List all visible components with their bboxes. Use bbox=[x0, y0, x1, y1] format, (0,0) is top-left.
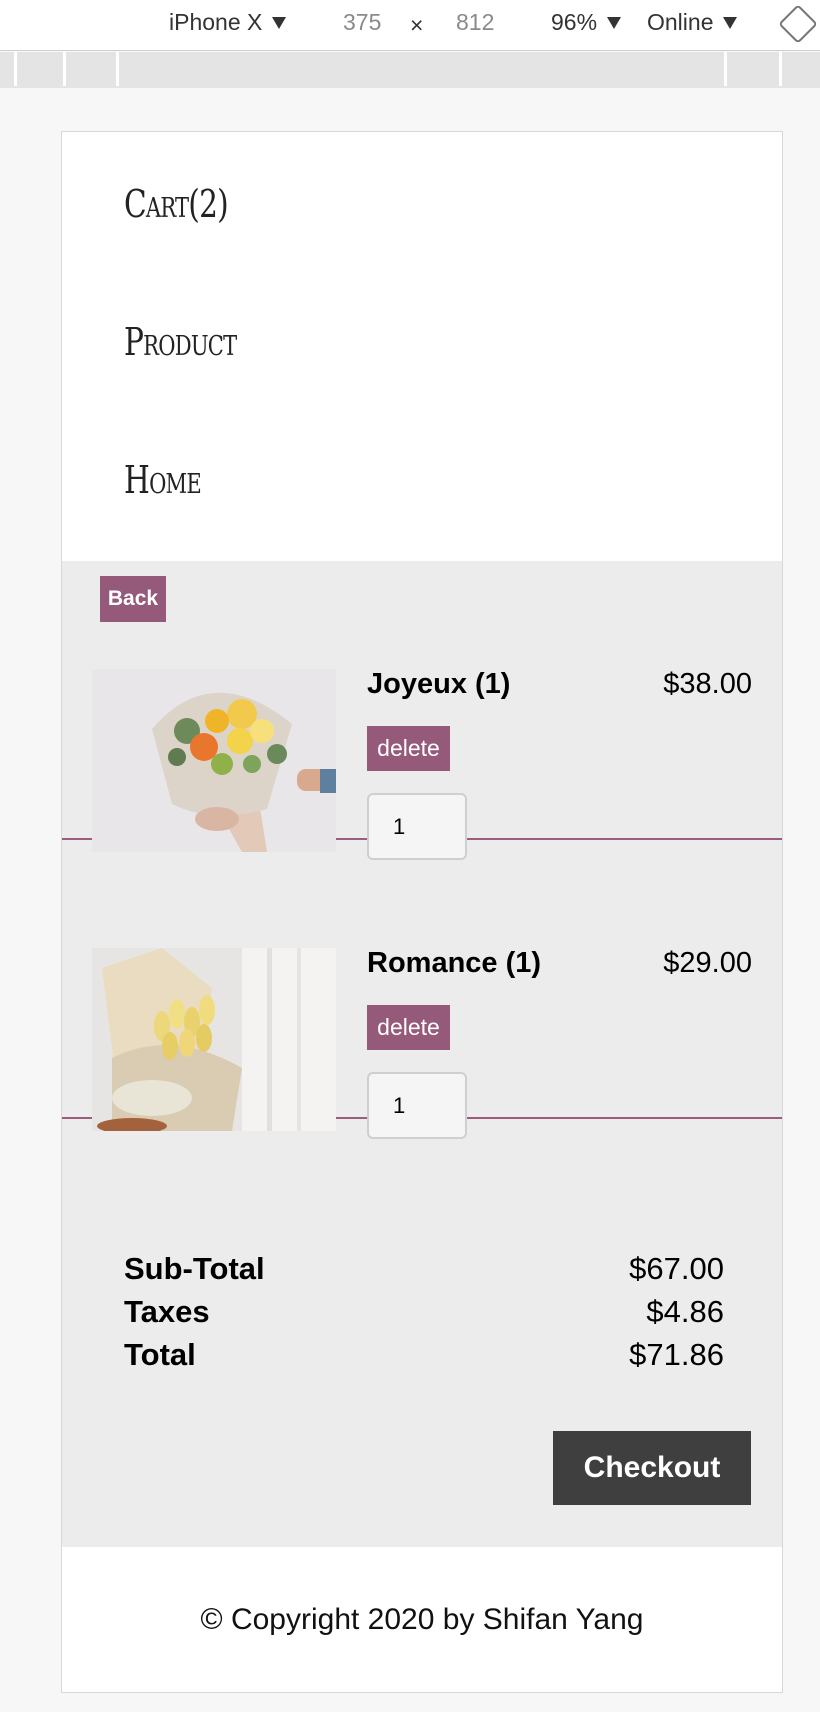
media-query-bar[interactable] bbox=[0, 52, 820, 88]
order-summary: Sub-Total $67.00 Taxes $4.86 Total $71.8… bbox=[124, 1251, 724, 1380]
subtotal-label: Sub-Total bbox=[124, 1251, 265, 1286]
total-row: Total $71.86 bbox=[124, 1337, 724, 1380]
media-query-segment[interactable] bbox=[779, 52, 820, 86]
cart-item: Romance (1) $29.00 delete bbox=[62, 840, 782, 1139]
quantity-input[interactable] bbox=[367, 1072, 467, 1139]
item-name: Joyeux (1) bbox=[367, 668, 511, 700]
flower-bouquet-image bbox=[92, 669, 336, 852]
subtotal-value: $67.00 bbox=[629, 1251, 724, 1286]
item-price: $29.00 bbox=[663, 947, 752, 979]
width-value: 375 bbox=[343, 9, 382, 35]
zoom-label: 96% bbox=[551, 9, 598, 35]
taxes-value: $4.86 bbox=[646, 1294, 724, 1329]
media-query-segment[interactable] bbox=[14, 52, 63, 86]
zoom-select[interactable]: 96% bbox=[551, 9, 622, 36]
cart-item: Joyeux (1) $38.00 delete bbox=[62, 561, 782, 860]
taxes-row: Taxes $4.86 bbox=[124, 1294, 724, 1337]
device-label: iPhone X bbox=[169, 9, 263, 35]
total-value: $71.86 bbox=[629, 1337, 724, 1372]
nav-product-link[interactable]: Product bbox=[124, 320, 637, 458]
delete-button[interactable]: delete bbox=[367, 1005, 450, 1050]
chevron-down-icon bbox=[723, 16, 738, 29]
media-query-segment[interactable] bbox=[116, 52, 724, 86]
media-query-segment[interactable] bbox=[63, 52, 116, 86]
rotate-icon[interactable] bbox=[778, 4, 818, 44]
times-icon: × bbox=[410, 12, 423, 39]
main-nav: Cart(2) Product Home bbox=[62, 132, 782, 561]
item-name: Romance (1) bbox=[367, 947, 542, 979]
height-input[interactable]: 812 bbox=[456, 9, 494, 36]
tulip-bouquet-image bbox=[92, 948, 336, 1131]
network-label: Online bbox=[647, 9, 714, 35]
times-label: × bbox=[410, 12, 424, 38]
media-query-segment[interactable] bbox=[724, 52, 779, 86]
footer: © Copyright 2020 by Shifan Yang bbox=[62, 1547, 782, 1692]
subtotal-row: Sub-Total $67.00 bbox=[124, 1251, 724, 1294]
checkout-button[interactable]: Checkout bbox=[553, 1431, 751, 1505]
devtools-toolbar: iPhone X 375 × 812 96% Online bbox=[0, 0, 820, 51]
network-select[interactable]: Online bbox=[647, 9, 738, 36]
cart-panel: Back Joyeux (1) $38.00 delete 1 Romance … bbox=[62, 561, 782, 1547]
page-viewport: Cart(2) Product Home Back Joyeux (1) $38… bbox=[61, 131, 783, 1693]
nav-cart-link[interactable]: Cart(2) bbox=[124, 182, 637, 320]
copyright-text: © Copyright 2020 by Shifan Yang bbox=[200, 1602, 644, 1636]
width-input[interactable]: 375 bbox=[343, 9, 381, 36]
taxes-label: Taxes bbox=[124, 1294, 210, 1329]
item-price: $38.00 bbox=[663, 668, 752, 700]
device-select[interactable]: iPhone X bbox=[169, 9, 287, 36]
delete-button[interactable]: delete bbox=[367, 726, 450, 771]
chevron-down-icon bbox=[272, 16, 287, 29]
height-value: 812 bbox=[456, 9, 495, 35]
total-label: Total bbox=[124, 1337, 196, 1372]
chevron-down-icon bbox=[607, 16, 622, 29]
